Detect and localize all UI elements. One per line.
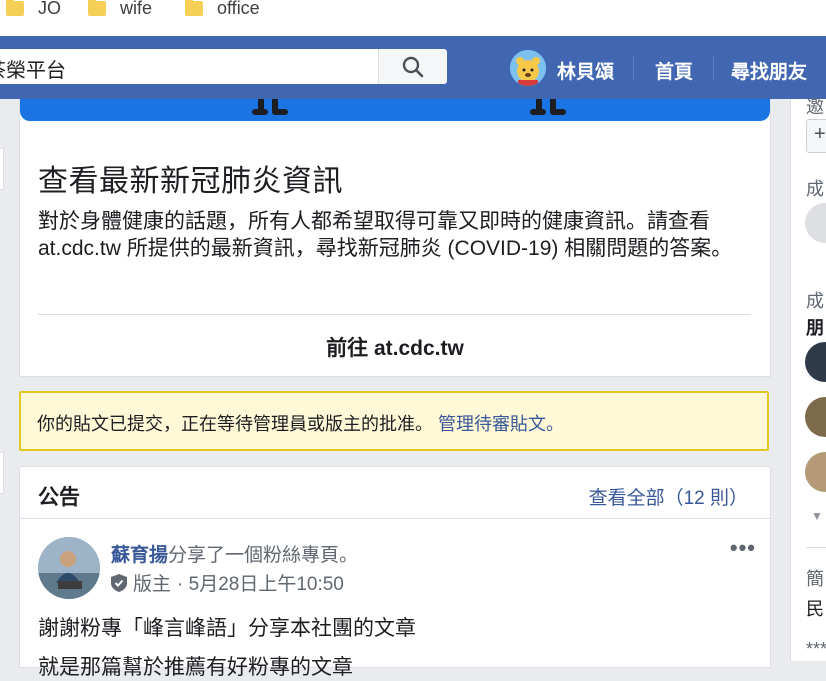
divider bbox=[38, 314, 751, 315]
bookmark-label: JO bbox=[38, 0, 62, 18]
post-meta: 版主 · 5月28日上午10:50 bbox=[111, 569, 344, 596]
post-author-role: 版主 bbox=[133, 574, 172, 595]
nav-divider bbox=[713, 56, 714, 80]
divider bbox=[20, 518, 770, 519]
bookmark-jo[interactable]: JO bbox=[6, 0, 61, 19]
member-avatar[interactable] bbox=[805, 203, 826, 243]
sidebar-label: 民 bbox=[806, 599, 824, 619]
user-avatar[interactable] bbox=[510, 50, 546, 86]
nav-user-name[interactable]: 林貝頌 bbox=[557, 57, 614, 84]
post-author-avatar[interactable] bbox=[38, 537, 100, 599]
covid-info-card: 查看最新新冠肺炎資訊 對於身體健康的話題，所有人都希望取得可靠又即時的健康資訊。… bbox=[19, 99, 771, 377]
left-edge-panel bbox=[0, 452, 4, 494]
bookmark-label: wife bbox=[120, 0, 153, 18]
bookmarks-bar: JO wife office bbox=[0, 0, 826, 36]
sidebar-label: 成 bbox=[806, 291, 824, 311]
divider bbox=[806, 547, 826, 548]
folder-icon bbox=[185, 0, 203, 16]
sidebar-label: *** bbox=[806, 639, 826, 659]
more-options-icon[interactable]: ••• bbox=[730, 535, 756, 561]
search-icon bbox=[402, 56, 424, 78]
covid-title: 查看最新新冠肺炎資訊 bbox=[38, 165, 343, 198]
search-button[interactable] bbox=[378, 49, 447, 84]
covid-body: 對於身體健康的話題，所有人都希望取得可靠又即時的健康資訊。請查看 at.cdc.… bbox=[38, 210, 733, 260]
search-box[interactable]: 茶榮平台 bbox=[0, 49, 447, 84]
manage-pending-posts-link[interactable]: 管理待審貼文。 bbox=[438, 414, 564, 434]
left-edge-panel bbox=[0, 148, 4, 190]
member-avatar[interactable] bbox=[805, 452, 826, 492]
announcements-card: 公告 查看全部（12 則） 蘇育揚分享了一個粉絲專頁。 版主 · 5月28日上午… bbox=[19, 466, 771, 679]
see-all-announcements-link[interactable]: 查看全部（12 則） bbox=[589, 483, 748, 510]
sidebar-label: 邀 bbox=[806, 97, 824, 117]
add-button[interactable]: + bbox=[806, 119, 826, 153]
pending-post-notice: 你的貼文已提交，正在等待管理員或版主的批准。 管理待審貼文。 bbox=[19, 391, 769, 451]
post-timestamp[interactable]: · 5月28日上午10:50 bbox=[177, 569, 344, 596]
post-author-line: 蘇育揚分享了一個粉絲專頁。 bbox=[111, 540, 358, 567]
nav-divider bbox=[633, 56, 634, 80]
expand-arrow-icon[interactable]: ▼ bbox=[811, 509, 823, 523]
nav-link-home[interactable]: 首頁 bbox=[655, 57, 693, 84]
post-author-name[interactable]: 蘇育揚 bbox=[111, 545, 168, 566]
plus-icon: + bbox=[814, 123, 826, 145]
post-text-line: 謝謝粉專「峰言峰語」分享本社團的文章 bbox=[38, 617, 416, 640]
bookmark-label: office bbox=[217, 0, 260, 18]
top-nav: 茶榮平台 林貝頌 首頁 尋找朋友 bbox=[0, 36, 826, 99]
covid-banner-illustration bbox=[20, 99, 770, 121]
covid-link-button[interactable]: 前往 at.cdc.tw bbox=[20, 332, 770, 362]
sidebar-label: 成 bbox=[806, 179, 824, 199]
member-avatar[interactable] bbox=[805, 397, 826, 437]
pending-message: 你的貼文已提交，正在等待管理員或版主的批准。 bbox=[37, 414, 433, 434]
member-avatar[interactable] bbox=[805, 342, 826, 382]
sidebar-label: 簡 bbox=[806, 569, 824, 589]
search-input[interactable]: 茶榮平台 bbox=[0, 54, 66, 83]
post-text-line: 就是那篇幫於推薦有好粉專的文章 bbox=[38, 656, 353, 679]
right-sidebar: 邀 + 成 成 朋 ▼ 簡 民 *** bbox=[790, 97, 826, 661]
bookmark-office[interactable]: office bbox=[185, 0, 260, 19]
announcements-title: 公告 bbox=[38, 486, 80, 509]
folder-icon bbox=[88, 0, 106, 16]
nav-link-find-friends[interactable]: 尋找朋友 bbox=[731, 57, 807, 84]
post-action-text: 分享了一個粉絲專頁。 bbox=[168, 545, 359, 566]
shield-icon bbox=[111, 573, 127, 592]
sidebar-label: 朋 bbox=[806, 318, 824, 338]
folder-icon bbox=[6, 0, 24, 16]
bookmark-wife[interactable]: wife bbox=[88, 0, 152, 19]
